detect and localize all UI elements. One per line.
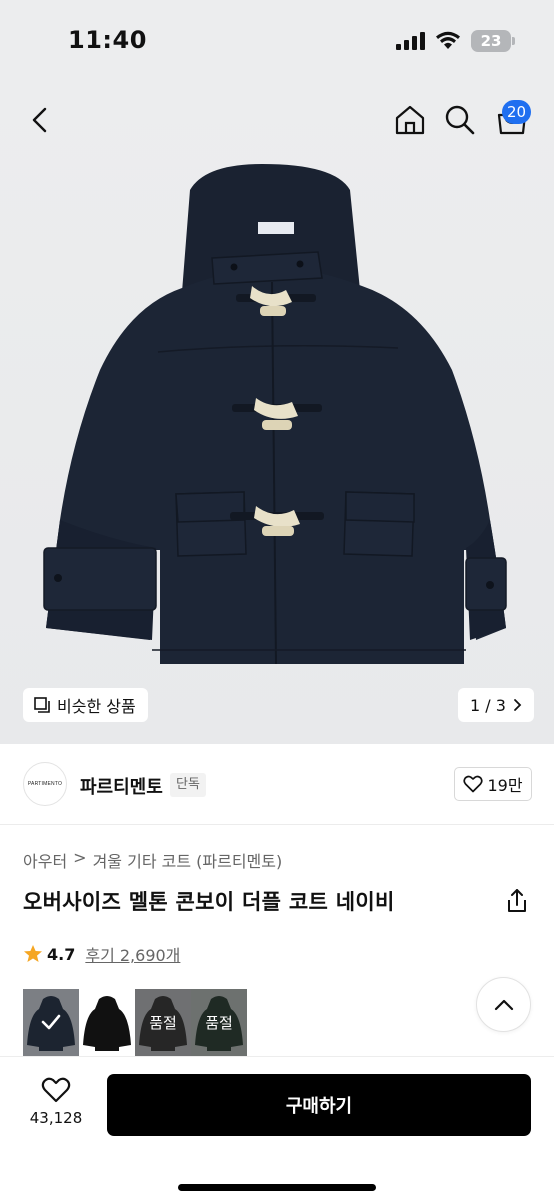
breadcrumb-separator: > xyxy=(73,848,87,867)
heart-icon xyxy=(463,775,484,793)
breadcrumb-category[interactable]: 아우터 xyxy=(23,848,67,872)
rating-row: 4.7 후기 2,690개 xyxy=(23,942,180,966)
cart-count-badge: 20 xyxy=(502,100,532,124)
wishlist-count: 43,128 xyxy=(29,1109,83,1127)
bottom-purchase-bar: 43,128 구매하기 xyxy=(0,1056,554,1200)
exclusive-badge: 단독 xyxy=(170,773,206,797)
option-thumb-charcoal[interactable]: 품절 xyxy=(135,989,191,1056)
option-thumb-navy[interactable] xyxy=(23,989,79,1056)
page-indicator-label: 1 / 3 xyxy=(470,695,506,715)
home-indicator xyxy=(178,1184,376,1191)
brand-like-button[interactable]: 19만 xyxy=(454,767,532,801)
wifi-icon xyxy=(436,31,460,49)
option-image-black xyxy=(83,996,131,1051)
share-icon[interactable] xyxy=(503,887,531,915)
home-icon[interactable] xyxy=(392,102,428,138)
chevron-right-icon xyxy=(514,699,522,711)
status-time: 11:40 xyxy=(68,26,147,54)
heart-icon xyxy=(41,1077,71,1103)
brand-like-count: 19만 xyxy=(487,776,523,795)
status-bar: 11:40 23 xyxy=(0,0,554,80)
brand-logo[interactable]: PARTIMENTO xyxy=(23,762,67,806)
similar-products-button[interactable]: 비슷한 상품 xyxy=(23,688,148,722)
option-thumb-black[interactable] xyxy=(79,989,135,1056)
option-thumb-green[interactable]: 품절 xyxy=(191,989,247,1056)
review-link[interactable]: 후기 2,690개 xyxy=(85,942,180,966)
scroll-top-button[interactable] xyxy=(476,977,531,1032)
similar-icon xyxy=(34,697,50,713)
check-icon xyxy=(41,1014,61,1030)
search-icon[interactable] xyxy=(442,102,478,138)
battery-indicator: 23 xyxy=(471,30,511,52)
breadcrumb: 아우터 > 겨울 기타 코트 (파르티멘토) xyxy=(23,848,282,872)
buy-button[interactable]: 구매하기 xyxy=(107,1074,531,1136)
product-image-coat xyxy=(43,164,507,665)
back-icon[interactable] xyxy=(22,102,58,138)
product-image-gallery[interactable] xyxy=(0,80,554,744)
chevron-up-icon xyxy=(494,999,513,1010)
wishlist-button[interactable]: 43,128 xyxy=(26,1077,86,1137)
sold-out-label: 품절 xyxy=(149,1014,177,1032)
signal-icon xyxy=(396,32,425,50)
rating-value: 4.7 xyxy=(47,944,76,964)
battery-tip xyxy=(512,37,515,45)
star-icon xyxy=(24,945,42,962)
image-page-indicator[interactable]: 1 / 3 xyxy=(458,688,534,722)
sold-out-label: 품절 xyxy=(205,1014,233,1032)
product-title: 오버사이즈 멜톤 콘보이 더플 코트 네이비 xyxy=(23,890,395,914)
color-options: 품절 품절 xyxy=(23,989,247,1056)
brand-row: PARTIMENTO 파르티멘토 단독 19만 xyxy=(0,745,554,825)
breadcrumb-subcategory[interactable]: 겨울 기타 코트 (파르티멘토) xyxy=(93,848,283,872)
similar-products-label: 비슷한 상품 xyxy=(57,697,136,716)
brand-name[interactable]: 파르티멘토 xyxy=(80,773,163,799)
